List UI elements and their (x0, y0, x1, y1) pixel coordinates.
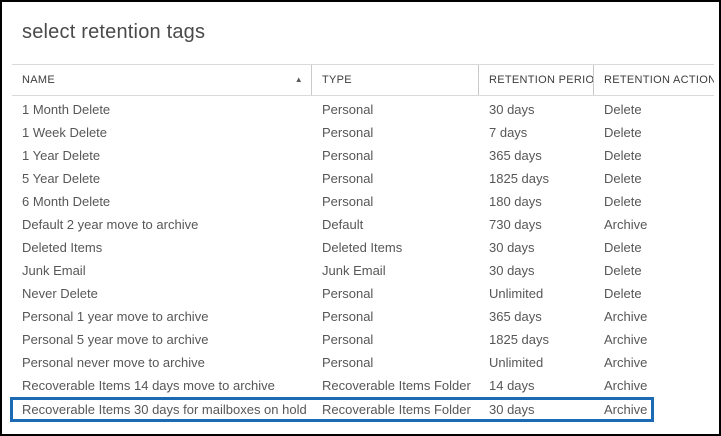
table-row[interactable]: Default 2 year move to archive Default 7… (12, 213, 714, 236)
table-row[interactable]: Deleted Items Deleted Items 30 days Dele… (12, 236, 714, 259)
cell-name: Never Delete (12, 286, 312, 301)
cell-type: Personal (312, 309, 479, 324)
column-header-retention-period[interactable]: RETENTION PERIOD (479, 65, 594, 95)
cell-retention-action: Archive (594, 217, 714, 232)
cell-name: 5 Year Delete (12, 171, 312, 186)
cell-retention-period: 180 days (479, 194, 594, 209)
column-header-type[interactable]: TYPE (312, 65, 479, 95)
cell-name: 1 Week Delete (12, 125, 312, 140)
cell-type: Personal (312, 102, 479, 117)
select-retention-tags-dialog: select retention tags NAME ▲ TYPE RETENT… (0, 0, 721, 436)
cell-retention-action: Archive (594, 332, 714, 347)
cell-retention-action: Delete (594, 240, 714, 255)
cell-retention-period: 7 days (479, 125, 594, 140)
cell-name: Personal never move to archive (12, 355, 312, 370)
cell-retention-action: Delete (594, 194, 714, 209)
cell-name: 1 Year Delete (12, 148, 312, 163)
cell-retention-period: 30 days (479, 263, 594, 278)
table-row[interactable]: Recoverable Items 14 days move to archiv… (12, 374, 714, 397)
table-row[interactable]: 1 Year Delete Personal 365 days Delete (12, 144, 714, 167)
cell-type: Personal (312, 355, 479, 370)
column-header-retention-period-label: RETENTION PERIOD (489, 74, 594, 86)
cell-type: Deleted Items (312, 240, 479, 255)
cell-retention-period: 30 days (479, 102, 594, 117)
cell-retention-action: Delete (594, 125, 714, 140)
table-row[interactable]: Personal 5 year move to archive Personal… (12, 328, 714, 351)
table-row[interactable]: Personal never move to archive Personal … (12, 351, 714, 374)
sort-ascending-icon: ▲ (295, 76, 303, 84)
cell-type: Default (312, 217, 479, 232)
table-row[interactable]: Personal 1 year move to archive Personal… (12, 305, 714, 328)
column-header-retention-action[interactable]: RETENTION ACTION (594, 65, 714, 95)
cell-retention-period: 30 days (480, 402, 595, 417)
cell-retention-action: Delete (594, 263, 714, 278)
cell-name: 6 Month Delete (12, 194, 312, 209)
cell-name: Recoverable Items 30 days for mailboxes … (13, 402, 313, 417)
table-row[interactable]: 1 Month Delete Personal 30 days Delete (12, 98, 714, 121)
cell-type: Personal (312, 171, 479, 186)
cell-retention-action: Archive (594, 355, 714, 370)
cell-name: Personal 1 year move to archive (12, 309, 312, 324)
cell-retention-action: Delete (594, 286, 714, 301)
cell-retention-action: Archive (595, 402, 651, 417)
cell-type: Personal (312, 194, 479, 209)
table-row[interactable]: Junk Email Junk Email 30 days Delete (12, 259, 714, 282)
cell-name: 1 Month Delete (12, 102, 312, 117)
table-row[interactable]: Recoverable Items 30 days for mailboxes … (10, 397, 654, 422)
cell-retention-period: 365 days (479, 148, 594, 163)
table-row[interactable]: 1 Week Delete Personal 7 days Delete (12, 121, 714, 144)
table-row[interactable]: 5 Year Delete Personal 1825 days Delete (12, 167, 714, 190)
cell-type: Recoverable Items Folder (313, 402, 480, 417)
cell-retention-period: 14 days (479, 378, 594, 393)
dialog-title: select retention tags (2, 2, 719, 46)
table-header: NAME ▲ TYPE RETENTION PERIOD RETENTION A… (12, 64, 714, 96)
cell-type: Personal (312, 125, 479, 140)
column-header-type-label: TYPE (322, 74, 352, 86)
cell-name: Deleted Items (12, 240, 312, 255)
cell-retention-period: Unlimited (479, 286, 594, 301)
cell-retention-action: Delete (594, 148, 714, 163)
cell-retention-period: 730 days (479, 217, 594, 232)
cell-type: Personal (312, 332, 479, 347)
cell-name: Junk Email (12, 263, 312, 278)
cell-retention-period: 365 days (479, 309, 594, 324)
column-header-retention-action-label: RETENTION ACTION (604, 74, 714, 86)
cell-retention-period: 1825 days (479, 332, 594, 347)
column-header-name-label: NAME (22, 74, 55, 86)
table-row[interactable]: 6 Month Delete Personal 180 days Delete (12, 190, 714, 213)
cell-retention-action: Archive (594, 309, 714, 324)
cell-retention-period: 30 days (479, 240, 594, 255)
cell-name: Recoverable Items 14 days move to archiv… (12, 378, 312, 393)
cell-retention-action: Delete (594, 102, 714, 117)
cell-retention-period: Unlimited (479, 355, 594, 370)
table-body: 1 Month Delete Personal 30 days Delete 1… (12, 96, 714, 422)
cell-type: Personal (312, 148, 479, 163)
table-row[interactable]: Never Delete Personal Unlimited Delete (12, 282, 714, 305)
cell-type: Personal (312, 286, 479, 301)
cell-name: Default 2 year move to archive (12, 217, 312, 232)
cell-retention-action: Delete (594, 171, 714, 186)
retention-tags-table: NAME ▲ TYPE RETENTION PERIOD RETENTION A… (12, 64, 714, 422)
cell-retention-action: Archive (594, 378, 714, 393)
cell-retention-period: 1825 days (479, 171, 594, 186)
cell-type: Junk Email (312, 263, 479, 278)
cell-type: Recoverable Items Folder (312, 378, 479, 393)
cell-name: Personal 5 year move to archive (12, 332, 312, 347)
column-header-name[interactable]: NAME ▲ (12, 65, 312, 95)
